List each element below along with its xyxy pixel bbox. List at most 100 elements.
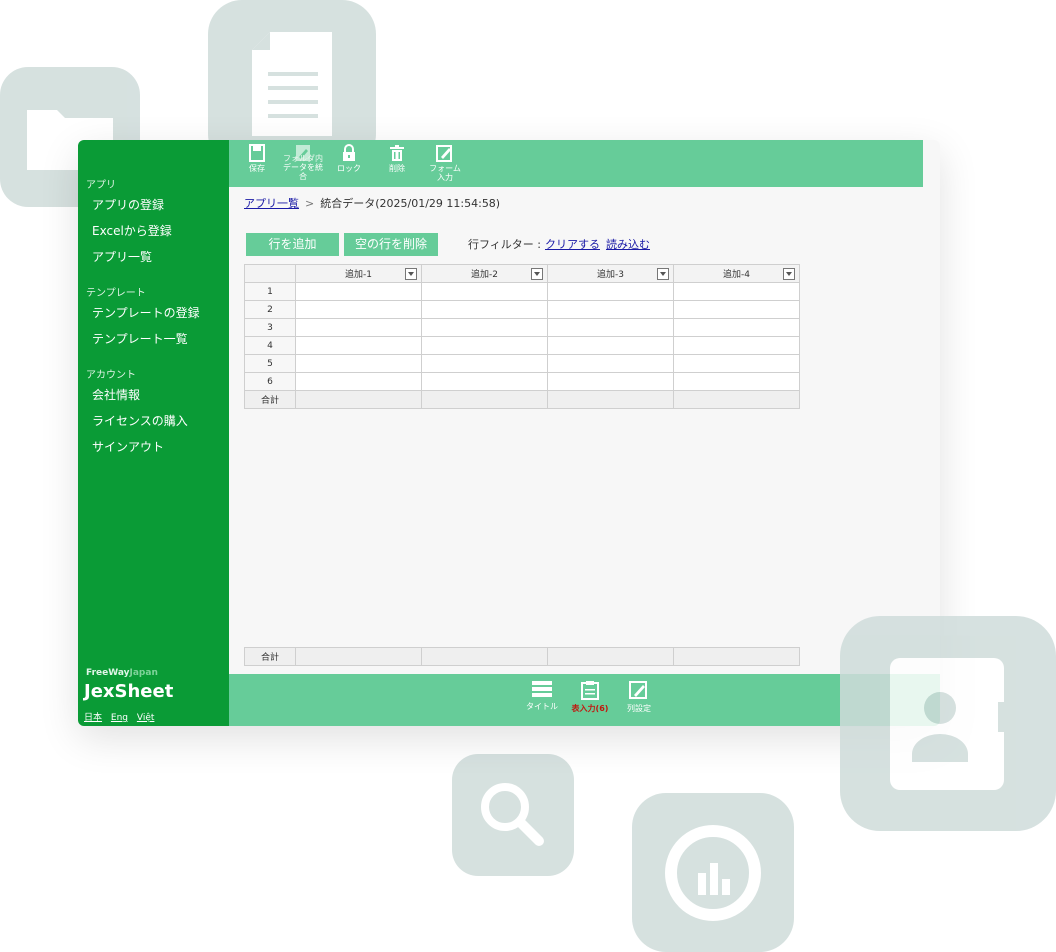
form-label-1: フォーム bbox=[429, 164, 461, 173]
breadcrumb-app-list-link[interactable]: アプリ一覧 bbox=[244, 197, 299, 210]
table-cell[interactable] bbox=[421, 372, 548, 391]
row-filter-clear-link[interactable]: クリアする bbox=[545, 238, 600, 251]
table-cell[interactable] bbox=[295, 372, 422, 391]
table-row: 3 bbox=[244, 318, 800, 337]
table-cell[interactable] bbox=[421, 282, 548, 301]
table-cell[interactable] bbox=[673, 336, 800, 355]
trash-icon bbox=[390, 145, 404, 161]
table-cell[interactable] bbox=[673, 300, 800, 319]
table-row: 1 bbox=[244, 282, 800, 301]
table-input-tab[interactable]: 表入力(6) bbox=[566, 680, 614, 714]
form-label-2: 入力 bbox=[437, 173, 453, 182]
sidebar-section-templates: テンプレート bbox=[86, 288, 146, 299]
lock-icon bbox=[343, 144, 355, 161]
table-cell[interactable] bbox=[673, 318, 800, 337]
breadcrumb-separator: > bbox=[305, 197, 315, 210]
table-cell[interactable] bbox=[547, 372, 674, 391]
search-icon bbox=[481, 783, 544, 846]
table-cell[interactable] bbox=[295, 300, 422, 319]
column-settings-tab[interactable]: 列設定 bbox=[615, 680, 663, 714]
sidebar-section-account: アカウント bbox=[86, 370, 136, 381]
table-cell[interactable] bbox=[547, 282, 674, 301]
merge-folder-data-button[interactable]: フォルダ内 データを統 合 bbox=[283, 144, 323, 181]
footer-total-row: 合計 bbox=[244, 647, 800, 666]
sidebar-item-buy-license[interactable]: ライセンスの購入 bbox=[92, 412, 188, 429]
save-label: 保存 bbox=[249, 164, 265, 173]
table-header-row: 追加-1 追加-2 追加-3 追加-4 bbox=[244, 264, 800, 283]
sidebar-item-app-list[interactable]: アプリ一覧 bbox=[92, 248, 152, 265]
sidebar-item-template-list[interactable]: テンプレート一覧 bbox=[92, 330, 188, 347]
table-cell[interactable] bbox=[421, 354, 548, 373]
table-cell[interactable] bbox=[673, 372, 800, 391]
footer-total-table: 合計 bbox=[244, 647, 800, 666]
sidebar-item-register-template[interactable]: テンプレートの登録 bbox=[92, 304, 200, 321]
sidebar-item-register-from-excel[interactable]: Excelから登録 bbox=[92, 222, 172, 239]
column-header[interactable]: 追加-1 bbox=[295, 264, 422, 283]
search-tile bbox=[452, 754, 574, 876]
add-row-button[interactable]: 行を追加 bbox=[246, 233, 339, 256]
table-cell[interactable] bbox=[673, 354, 800, 373]
row-number: 6 bbox=[244, 372, 296, 391]
clipboard-icon bbox=[581, 681, 599, 700]
column-dropdown-icon[interactable] bbox=[657, 268, 669, 280]
delete-empty-rows-button[interactable]: 空の行を削除 bbox=[344, 233, 438, 256]
footer-total-label: 合計 bbox=[244, 647, 296, 666]
table-total-row: 合計 bbox=[244, 390, 800, 409]
table-cell[interactable] bbox=[295, 318, 422, 337]
sidebar-item-register-app[interactable]: アプリの登録 bbox=[92, 196, 164, 213]
table-cell[interactable] bbox=[421, 336, 548, 355]
row-number: 1 bbox=[244, 282, 296, 301]
column-dropdown-icon[interactable] bbox=[783, 268, 795, 280]
table-cell[interactable] bbox=[421, 300, 548, 319]
title-tab-label: タイトル bbox=[526, 702, 558, 711]
sidebar-item-sign-out[interactable]: サインアウト bbox=[92, 438, 164, 455]
total-cell bbox=[673, 647, 800, 666]
table-input-tab-label: 表入力(6) bbox=[571, 704, 609, 713]
column-header[interactable]: 追加-2 bbox=[421, 264, 548, 283]
column-header-label: 追加-1 bbox=[345, 270, 372, 280]
column-dropdown-icon[interactable] bbox=[405, 268, 417, 280]
table-row: 5 bbox=[244, 354, 800, 373]
bottom-toolbar: タイトル 表入力(6) 列設定 bbox=[229, 674, 940, 726]
table-cell[interactable] bbox=[547, 318, 674, 337]
brand-tagline-b: Japan bbox=[129, 668, 158, 678]
sidebar-item-company-info[interactable]: 会社情報 bbox=[92, 386, 140, 403]
table-cell[interactable] bbox=[295, 354, 422, 373]
column-edit-icon bbox=[629, 681, 647, 699]
table-cell[interactable] bbox=[295, 282, 422, 301]
row-filter-load-link[interactable]: 読み込む bbox=[606, 238, 650, 251]
top-toolbar: 保存 フォルダ内 データを統 合 ロック 削除 フォーム 入力 bbox=[229, 140, 923, 187]
table-cell[interactable] bbox=[421, 318, 548, 337]
save-button[interactable]: 保存 bbox=[237, 144, 277, 173]
contact-card-icon bbox=[890, 657, 1008, 790]
title-list-icon bbox=[532, 681, 552, 697]
table-cell[interactable] bbox=[547, 336, 674, 355]
lang-en-link[interactable]: Eng bbox=[111, 713, 128, 723]
contact-card-tile bbox=[840, 616, 1056, 831]
brand-tagline-a: FreeWay bbox=[86, 668, 130, 678]
merge-label-3: 合 bbox=[299, 172, 307, 181]
table-cell[interactable] bbox=[547, 354, 674, 373]
row-filter-label: 行フィルター : bbox=[468, 238, 541, 251]
brand-logo: JexSheet bbox=[84, 681, 174, 702]
column-header-label: 追加-4 bbox=[723, 270, 750, 280]
lock-button[interactable]: ロック bbox=[329, 144, 369, 173]
delete-button[interactable]: 削除 bbox=[377, 144, 417, 173]
row-number: 5 bbox=[244, 354, 296, 373]
column-dropdown-icon[interactable] bbox=[531, 268, 543, 280]
column-header[interactable]: 追加-3 bbox=[547, 264, 674, 283]
total-cell bbox=[547, 390, 674, 409]
lang-ja-link[interactable]: 日本 bbox=[84, 713, 102, 723]
table-cell[interactable] bbox=[295, 336, 422, 355]
column-header[interactable]: 追加-4 bbox=[673, 264, 800, 283]
table-cell[interactable] bbox=[673, 282, 800, 301]
lang-vi-link[interactable]: Việt bbox=[137, 713, 155, 723]
table-cell[interactable] bbox=[547, 300, 674, 319]
form-input-button[interactable]: フォーム 入力 bbox=[425, 144, 465, 182]
total-cell bbox=[547, 647, 674, 666]
chart-tile bbox=[632, 793, 794, 952]
sidebar-section-apps: アプリ bbox=[86, 180, 116, 191]
table-row: 6 bbox=[244, 372, 800, 391]
form-edit-icon bbox=[436, 145, 452, 162]
title-tab[interactable]: タイトル bbox=[518, 680, 566, 712]
